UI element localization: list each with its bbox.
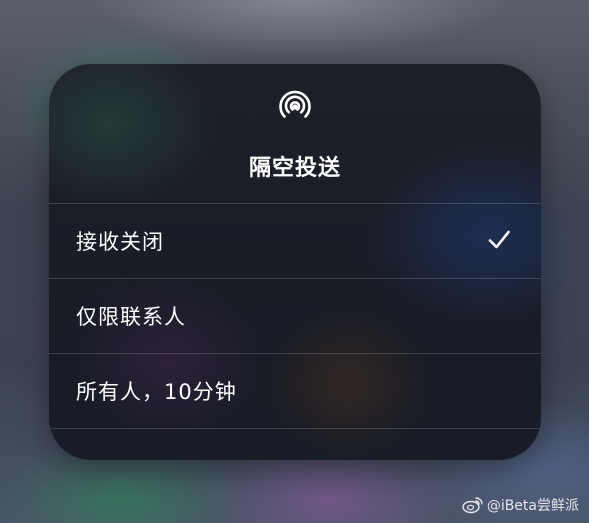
option-label: 所有人，10分钟 [76,380,237,404]
option-label: 仅限联系人 [76,305,186,329]
panel-title: 隔空投送 [248,156,341,181]
option-receiving-off[interactable]: 接收关闭 [49,203,541,278]
panel-header: 隔空投送 [49,64,541,204]
watermark-text: @iBeta尝鲜派 [486,498,579,514]
options-list: 接收关闭 仅限联系人 所有人，10分钟 [49,203,541,429]
airdrop-panel: 隔空投送 接收关闭 仅限联系人 所有人，10分钟 [49,64,541,460]
option-contacts-only[interactable]: 仅限联系人 [49,278,541,353]
airdrop-icon [279,90,311,118]
watermark: @iBeta尝鲜派 [462,495,579,515]
option-everyone-10-minutes[interactable]: 所有人，10分钟 [49,353,541,429]
option-label: 接收关闭 [76,230,164,254]
weibo-icon [462,497,483,514]
checkmark-icon [488,230,510,249]
